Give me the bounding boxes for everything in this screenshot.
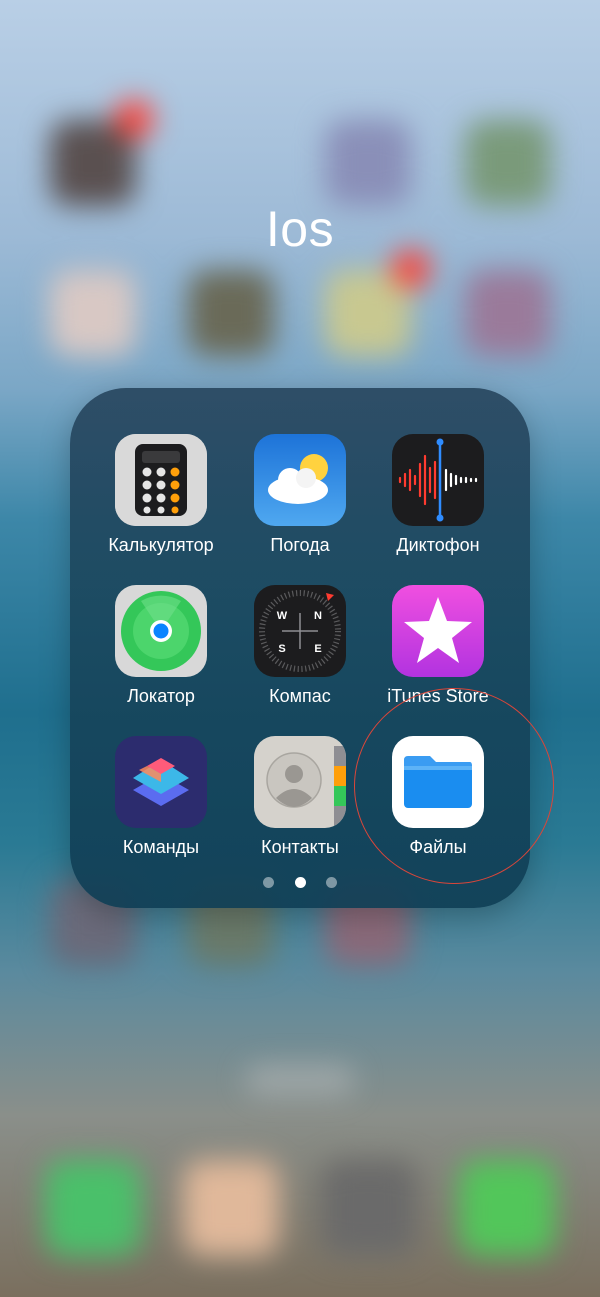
app-calculator[interactable]: Калькулятор bbox=[92, 434, 230, 556]
bg-app-icon bbox=[188, 270, 274, 356]
find-my-icon bbox=[115, 585, 207, 677]
page-dot-current[interactable] bbox=[294, 877, 306, 888]
itunes-store-icon bbox=[392, 585, 484, 677]
app-label: Диктофон bbox=[396, 535, 480, 555]
app-label: Компас bbox=[269, 686, 331, 706]
calculator-icon bbox=[115, 434, 207, 526]
bg-dock-icon bbox=[45, 1160, 141, 1256]
app-shortcuts[interactable]: Команды bbox=[92, 736, 230, 858]
compass-west: W bbox=[277, 610, 288, 622]
bg-dock-icon bbox=[459, 1160, 555, 1256]
app-label: Погода bbox=[270, 535, 330, 555]
app-label: Локатор bbox=[127, 686, 195, 706]
compass-north: N bbox=[314, 610, 322, 622]
bg-badge bbox=[115, 100, 153, 138]
app-label: Калькулятор bbox=[108, 535, 214, 555]
app-label: Контакты bbox=[261, 837, 339, 857]
compass-icon: W N S E bbox=[254, 585, 346, 677]
app-voice-memos[interactable]: Диктофон bbox=[369, 434, 507, 556]
page-indicator[interactable] bbox=[0, 875, 600, 893]
app-label: Команды bbox=[122, 837, 200, 857]
weather-icon bbox=[254, 434, 346, 526]
bg-dock-icon bbox=[321, 1160, 417, 1256]
bg-app-icon bbox=[465, 120, 551, 206]
folder-title[interactable]: Ios bbox=[0, 200, 600, 258]
page-dot[interactable] bbox=[263, 877, 275, 888]
shortcuts-icon bbox=[115, 736, 207, 828]
bg-app-icon bbox=[325, 120, 411, 206]
home-screen: Ios Калькулятор Погода Диктофон Локатор … bbox=[0, 0, 600, 1297]
highlight-circle-annotation bbox=[354, 688, 554, 884]
app-compass[interactable]: W N S E Компас bbox=[231, 585, 369, 707]
page-dot[interactable] bbox=[325, 877, 337, 888]
app-find-my[interactable]: Локатор bbox=[92, 585, 230, 707]
bg-dock-icon bbox=[183, 1160, 279, 1256]
bg-search-pill bbox=[245, 1065, 355, 1095]
voice-memos-icon bbox=[392, 434, 484, 526]
app-weather[interactable]: Погода bbox=[231, 434, 369, 556]
app-contacts[interactable]: Контакты bbox=[231, 736, 369, 858]
bg-app-icon bbox=[50, 270, 136, 356]
bg-app-icon bbox=[465, 270, 551, 356]
compass-east: E bbox=[314, 643, 321, 655]
compass-south: S bbox=[278, 643, 285, 655]
contacts-icon bbox=[254, 736, 346, 828]
